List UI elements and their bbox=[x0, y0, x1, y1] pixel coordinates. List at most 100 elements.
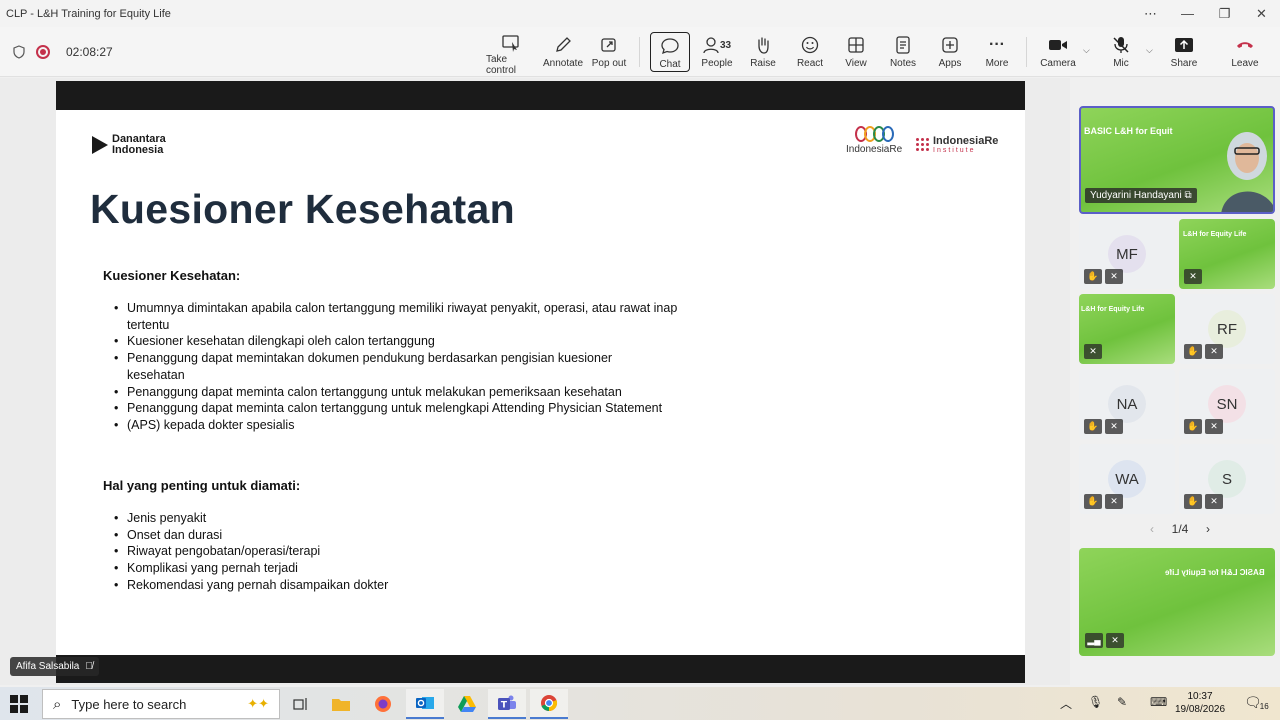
plus-square-icon bbox=[941, 34, 959, 56]
participant-tile[interactable]: L&H for Equity Life ✕ bbox=[1079, 294, 1175, 364]
pop-out-icon bbox=[600, 34, 618, 56]
avatar: NA bbox=[1108, 385, 1146, 423]
meeting-timer: 02:08:27 bbox=[66, 45, 113, 59]
google-drive-icon[interactable] bbox=[448, 689, 486, 719]
chevron-up-icon[interactable]: ︿ bbox=[1060, 695, 1072, 712]
chevron-left-icon[interactable]: ‹ bbox=[1150, 522, 1154, 536]
avatar: MF bbox=[1108, 235, 1146, 273]
avatar: RF bbox=[1208, 310, 1246, 348]
notes-button[interactable]: Notes bbox=[889, 30, 917, 74]
pen-icon bbox=[553, 34, 573, 56]
participant-tile[interactable]: S ✋ ✕ bbox=[1179, 444, 1275, 514]
self-view-tile[interactable]: BASIC L&H for Equity Life ▂▄ ✕ bbox=[1079, 548, 1275, 656]
keyboard-icon[interactable]: ⌨ bbox=[1150, 695, 1167, 709]
pop-out-button[interactable]: Pop out bbox=[591, 30, 627, 74]
phone-hangup-icon bbox=[1235, 34, 1255, 56]
participant-video bbox=[1221, 132, 1273, 212]
list-item: Komplikasi yang pernah terjadi bbox=[114, 560, 714, 577]
avatar: WA bbox=[1108, 460, 1146, 498]
mic-off-icon: ✕ bbox=[1205, 419, 1223, 434]
list-item: Penanggung dapat meminta calon tertanggu… bbox=[114, 384, 689, 401]
take-control-icon bbox=[501, 34, 521, 52]
hand-icon: ✋ bbox=[1184, 344, 1202, 359]
smiley-icon bbox=[801, 34, 819, 56]
annotate-button[interactable]: Annotate bbox=[542, 30, 584, 74]
participant-pager: ‹ 1/4 › bbox=[1150, 522, 1210, 536]
mic-off-icon: ✕ bbox=[1105, 419, 1123, 434]
participant-tile[interactable]: NA ✋ ✕ bbox=[1079, 369, 1175, 439]
participant-name-label: Yudyarini Handayani ⧉ bbox=[1085, 188, 1197, 203]
teams-icon[interactable]: T bbox=[488, 689, 526, 719]
share-button[interactable]: Share bbox=[1170, 30, 1198, 74]
list-item: Riwayat pengobatan/operasi/terapi bbox=[114, 543, 714, 560]
list-item: Kuesioner kesehatan dilengkapi oleh calo… bbox=[114, 333, 689, 350]
hand-icon: ✋ bbox=[1084, 494, 1102, 509]
notifications-icon[interactable]: 🗨 16 bbox=[1244, 694, 1269, 711]
mic-off-icon: ✕ bbox=[1105, 494, 1123, 509]
raise-hand-button[interactable]: Raise bbox=[748, 30, 778, 74]
section-heading: Kuesioner Kesehatan: bbox=[103, 268, 241, 283]
bullet-list: Umumnya dimintakan apabila calon tertang… bbox=[114, 300, 689, 434]
featured-participant-tile[interactable]: BASIC L&H for Equit Yudyarini Handayani … bbox=[1079, 106, 1275, 214]
camera-options-chevron-down-icon[interactable]: ⌵ bbox=[1083, 45, 1090, 56]
mic-button[interactable]: Mic bbox=[1110, 30, 1132, 74]
react-button[interactable]: React bbox=[795, 30, 825, 74]
task-view-icon[interactable] bbox=[282, 689, 320, 719]
chat-icon bbox=[660, 35, 680, 57]
taskbar-clock[interactable]: 10:37 19/08/2026 bbox=[1172, 690, 1228, 716]
presentation-slide: Danantara Indonesia IndonesiaRe Indonesia… bbox=[56, 110, 1025, 655]
list-item: Umumnya dimintakan apabila calon tertang… bbox=[114, 300, 689, 333]
share-icon bbox=[1174, 34, 1194, 56]
recording-icon bbox=[36, 45, 50, 59]
camera-button[interactable]: Camera bbox=[1040, 30, 1076, 74]
chevron-right-icon[interactable]: › bbox=[1206, 522, 1210, 536]
list-item: Jenis penyakit bbox=[114, 510, 714, 527]
search-icon: ⌕ bbox=[53, 695, 62, 713]
participant-tile[interactable]: SN ✋ ✕ bbox=[1179, 369, 1275, 439]
restore-button[interactable]: ❐ bbox=[1206, 0, 1243, 27]
file-explorer-icon[interactable] bbox=[322, 689, 360, 719]
participant-tile[interactable]: RF ✋ ✕ bbox=[1179, 294, 1275, 364]
more-button[interactable]: ··· More bbox=[983, 30, 1011, 74]
hand-icon: ✋ bbox=[1184, 494, 1202, 509]
more-options-icon[interactable]: ⋯ bbox=[1132, 0, 1169, 27]
list-item: (APS) kepada dokter spesialis bbox=[114, 417, 689, 434]
people-button[interactable]: 33 People bbox=[698, 30, 736, 74]
meeting-toolbar: 02:08:27 Take control Annotate Pop out C… bbox=[0, 27, 1280, 77]
window-title: CLP - L&H Training for Equity Life bbox=[6, 7, 171, 20]
participant-tile[interactable]: L&H for Equity Life ✕ bbox=[1179, 219, 1275, 289]
mic-off-icon: ✕ bbox=[1205, 494, 1223, 509]
take-control-button[interactable]: Take control bbox=[486, 30, 536, 76]
avatar: SN bbox=[1208, 385, 1246, 423]
camera-icon bbox=[1048, 34, 1068, 56]
slide-title: Kuesioner Kesehatan bbox=[90, 186, 515, 232]
participant-tile[interactable]: MF ✋ ✕ bbox=[1079, 219, 1175, 289]
participant-tile[interactable]: WA ✋ ✕ bbox=[1079, 444, 1175, 514]
shield-icon bbox=[13, 45, 25, 59]
windows-start-icon[interactable] bbox=[10, 695, 28, 713]
mic-off-icon bbox=[1112, 34, 1130, 56]
hand-icon: ✋ bbox=[1184, 419, 1202, 434]
minimize-button[interactable]: — bbox=[1169, 0, 1206, 27]
hand-icon: ✋ bbox=[1084, 419, 1102, 434]
leave-button[interactable]: Leave bbox=[1230, 30, 1260, 74]
grid-icon bbox=[847, 34, 865, 56]
apps-button[interactable]: Apps bbox=[937, 30, 963, 74]
section-heading: Hal yang penting untuk diamati: bbox=[103, 478, 301, 493]
view-button[interactable]: View bbox=[843, 30, 869, 74]
close-button[interactable]: ✕ bbox=[1243, 0, 1280, 27]
outlook-icon[interactable] bbox=[406, 689, 444, 719]
danantara-logo: Danantara Indonesia bbox=[92, 134, 166, 156]
firefox-icon[interactable] bbox=[364, 689, 402, 719]
chrome-icon[interactable] bbox=[530, 689, 568, 719]
ellipsis-icon: ··· bbox=[989, 36, 1005, 53]
windows-taskbar: ⌕ Type here to search ✦✦ T ︿ 🎙 ✎ ⌨ 10:37… bbox=[0, 687, 1280, 720]
chat-button[interactable]: Chat bbox=[650, 32, 690, 72]
hand-icon: ✋ bbox=[1084, 269, 1102, 284]
taskbar-search-input[interactable]: ⌕ Type here to search ✦✦ bbox=[42, 689, 280, 719]
mic-options-chevron-down-icon[interactable]: ⌵ bbox=[1146, 45, 1153, 56]
microphone-icon[interactable]: 🎙 bbox=[1088, 695, 1103, 709]
mic-off-icon: ✕ bbox=[1084, 344, 1102, 359]
pen-icon[interactable]: ✎ bbox=[1117, 695, 1127, 709]
hand-icon bbox=[754, 34, 772, 56]
